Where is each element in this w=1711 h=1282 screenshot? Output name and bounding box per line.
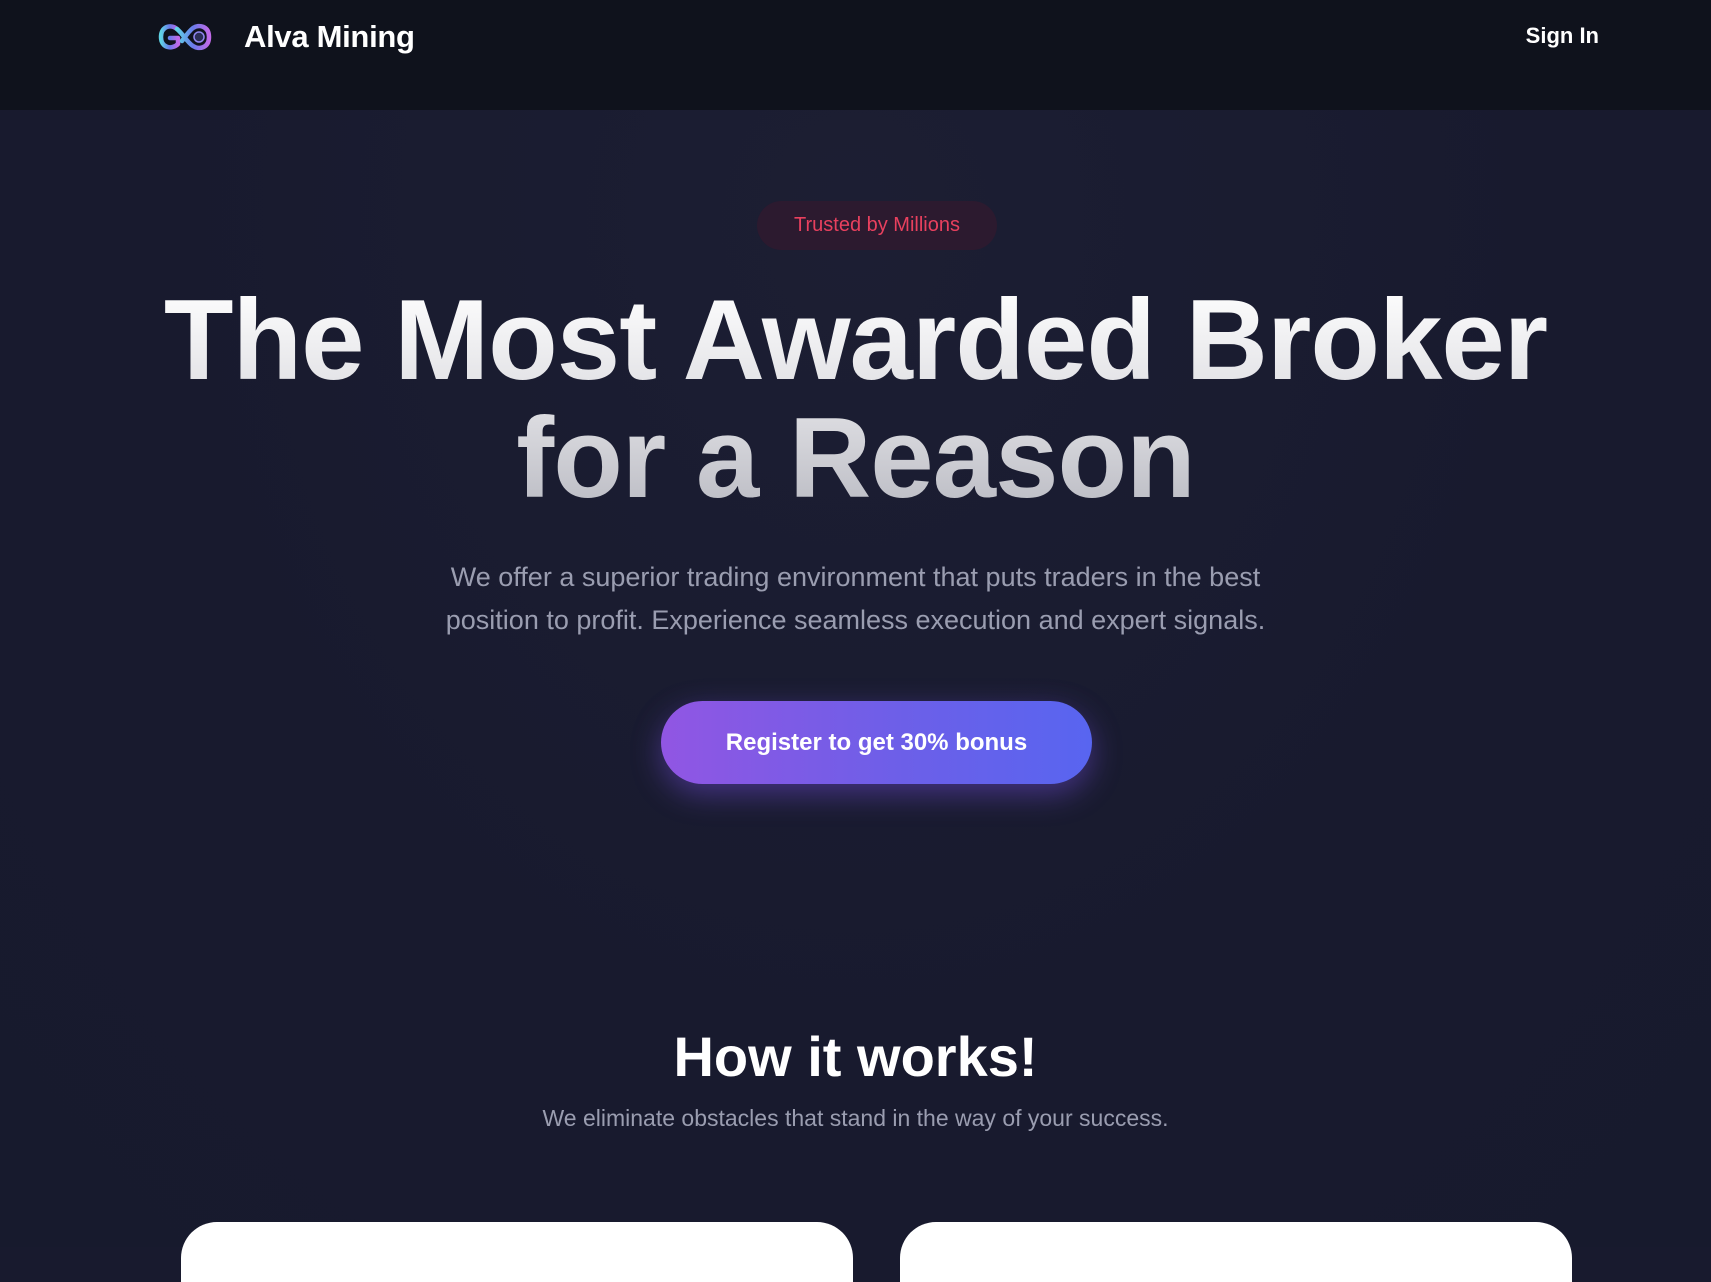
hero-headline: The Most Awarded Broker for a Reason: [0, 282, 1711, 518]
hero-description-line-1: We offer a superior trading environment …: [450, 562, 1261, 592]
hero-headline-line-1: The Most Awarded Broker: [163, 277, 1548, 404]
brand[interactable]: Alva Mining: [155, 14, 415, 60]
trust-badge: Trusted by Millions: [757, 201, 997, 250]
hero-description-line-2: position to profit. Experience seamless …: [445, 605, 1266, 635]
how-it-works-subtitle: We eliminate obstacles that stand in the…: [542, 1105, 1169, 1131]
infinity-logo-icon: [158, 23, 212, 51]
register-bonus-button[interactable]: Register to get 30% bonus: [661, 701, 1092, 784]
how-it-works-title: How it works!: [673, 1025, 1038, 1088]
top-navbar: Alva Mining Sign In: [0, 0, 1711, 110]
feature-card-1: [181, 1222, 853, 1282]
sign-in-link[interactable]: Sign In: [1526, 21, 1599, 51]
hero-description: We offer a superior trading environment …: [0, 556, 1711, 642]
feature-card-2: [900, 1222, 1572, 1282]
brand-name: Alva Mining: [244, 19, 415, 54]
hero-headline-line-2: for a Reason: [516, 395, 1195, 522]
